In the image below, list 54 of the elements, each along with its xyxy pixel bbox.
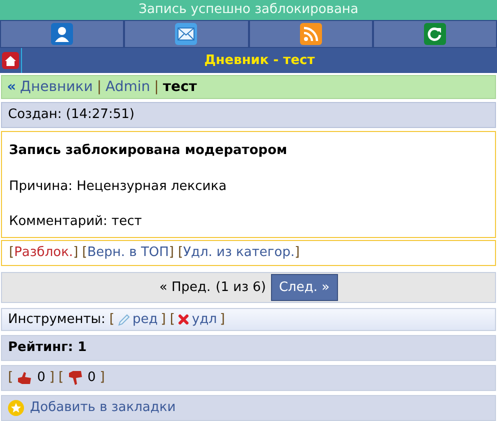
rating-text: Рейтинг: 1	[1, 335, 496, 362]
prev-page-text: « Пред.	[159, 279, 211, 298]
tools-label: Инструменты:	[8, 311, 106, 330]
nav-button[interactable]	[374, 21, 496, 48]
thumbs-down-icon	[68, 370, 84, 386]
user-icon	[51, 23, 74, 46]
bracket: ]	[73, 244, 78, 262]
breadcrumb-link[interactable]: Admin	[106, 76, 150, 98]
bracket: ]	[220, 311, 225, 330]
bracket: [	[9, 244, 14, 262]
breadcrumb-link[interactable]: Дневники	[20, 76, 93, 98]
vote-link[interactable]: [ 0 ]	[8, 368, 54, 388]
action-link[interactable]: Удл. из категор.	[183, 243, 295, 263]
bracket: ]	[168, 244, 174, 262]
home-icon	[2, 52, 19, 70]
bracket: ]	[294, 244, 300, 262]
action-link[interactable]: Разблок.	[14, 243, 74, 263]
back-link[interactable]: «	[7, 76, 16, 98]
next-page-button[interactable]: След. »	[270, 274, 338, 302]
nav-button[interactable]	[250, 21, 372, 48]
rss-icon	[300, 23, 322, 46]
vote-count: 0	[88, 369, 96, 388]
separator: |	[154, 78, 159, 97]
breadcrumb-current: тест	[162, 78, 197, 97]
bracket: [	[170, 311, 175, 330]
page-title: Дневник - тест	[203, 52, 316, 70]
bracket: ]	[100, 369, 105, 388]
status-message: Запись успешно заблокирована	[0, 0, 497, 20]
bracket: [	[58, 369, 64, 388]
bracket: ]	[160, 311, 166, 330]
notice-heading: Запись заблокирована модератором	[9, 142, 288, 160]
bracket: [	[178, 244, 184, 262]
notice-reason: Причина: Нецензурная лексика	[9, 178, 228, 196]
bracket: [	[82, 244, 88, 262]
bracket: ]	[49, 369, 54, 388]
page-info: (1 из 6)	[216, 279, 266, 298]
nav-button[interactable]	[125, 21, 248, 48]
bracket: [	[8, 369, 14, 388]
bracket: [	[109, 311, 114, 330]
action-link[interactable]: Верн. в ТОП	[87, 243, 169, 263]
refresh-icon	[424, 23, 446, 46]
separator: |	[96, 78, 102, 97]
delete-icon	[178, 314, 189, 326]
thumbs-up-icon	[17, 371, 34, 386]
pencil-icon	[118, 314, 130, 326]
mail-icon	[175, 23, 198, 46]
vote-count: 0	[37, 369, 46, 388]
tool-link[interactable]: ред	[132, 310, 158, 330]
notice-comment: Комментарий: тест	[9, 213, 143, 232]
vote-link[interactable]: [ 0 ]	[58, 368, 105, 388]
created-time: Создан: (14:27:51)	[1, 102, 496, 128]
nav-button[interactable]	[1, 21, 124, 48]
tool-link[interactable]: удл	[192, 310, 217, 330]
home-button[interactable]	[0, 48, 22, 74]
